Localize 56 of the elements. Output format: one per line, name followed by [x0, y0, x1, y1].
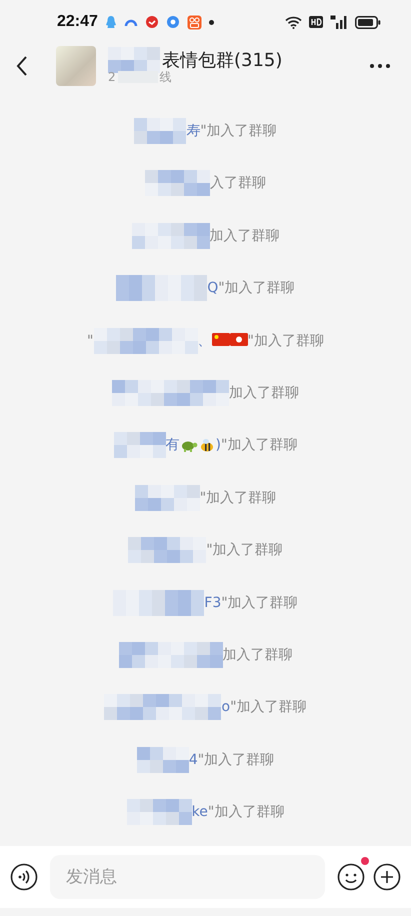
pixelated-name — [108, 46, 160, 72]
chevron-left-icon — [16, 55, 28, 77]
voice-button[interactable] — [10, 863, 38, 891]
message-input[interactable]: 发消息 — [50, 855, 325, 899]
join-notice: "加入了群聊 — [198, 750, 274, 769]
join-notice: "加入了群聊 — [200, 122, 277, 140]
plus-button[interactable] — [373, 863, 401, 891]
china-flag-icon — [212, 333, 230, 348]
pixelated-name — [145, 170, 210, 196]
dot-app-icon — [166, 15, 180, 29]
join-notice: 加入了群聊 — [222, 646, 292, 664]
join-notice: "加入了群聊 — [218, 279, 295, 298]
join-notice: "加入了群聊 — [248, 332, 324, 350]
dot-icon — [208, 20, 214, 24]
battery-icon — [355, 16, 381, 28]
join-notice: 加入了群聊 — [229, 384, 299, 402]
join-notice: "加入了群聊 — [200, 488, 276, 507]
emoji-button[interactable] — [337, 863, 365, 891]
pixelated-name — [126, 799, 192, 826]
join-notice: 加入了群聊 — [210, 226, 280, 245]
quote-mark: " — [87, 332, 94, 349]
member-count: 2 — [108, 70, 116, 84]
signal-icon — [330, 15, 348, 29]
more-icon — [369, 63, 391, 69]
smiley-icon — [337, 863, 365, 891]
join-notice: "加入了群聊 — [208, 803, 284, 822]
pixelated-text — [118, 71, 158, 83]
online-label: 线 — [160, 68, 172, 86]
hong-kong-flag-icon — [230, 333, 248, 348]
join-notice: 入了群聊 — [210, 174, 266, 192]
app-icon — [144, 15, 159, 29]
member-name[interactable]: 、 — [198, 332, 212, 350]
app-icon — [186, 14, 202, 30]
member-name[interactable]: o — [221, 699, 230, 716]
member-name[interactable]: 4 — [188, 752, 198, 768]
member-name[interactable]: 寿 — [186, 122, 200, 140]
member-name[interactable]: F3 — [204, 594, 222, 611]
hd-icon — [309, 16, 323, 28]
pixelated-name — [134, 118, 186, 144]
pixelated-name — [114, 432, 166, 458]
voice-icon — [10, 863, 38, 891]
member-name[interactable]: Q — [207, 280, 218, 296]
plus-icon — [373, 863, 401, 891]
join-notice: "加入了群聊 — [230, 698, 307, 716]
member-name[interactable]: ) — [216, 437, 221, 454]
pixelated-name — [134, 484, 200, 511]
join-notice: "加入了群聊 — [221, 436, 298, 454]
penguin-icon — [104, 15, 117, 29]
join-notice: "加入了群聊 — [206, 541, 283, 560]
join-notice: "加入了群聊 — [221, 594, 298, 612]
wifi-icon — [285, 16, 302, 28]
status-time: 22:47 — [57, 13, 98, 31]
pixelated-name — [136, 746, 189, 773]
member-name[interactable]: 有 — [166, 436, 180, 454]
member-name[interactable]: ke — [192, 804, 208, 820]
group-title: 表情包群(315) — [162, 48, 282, 71]
